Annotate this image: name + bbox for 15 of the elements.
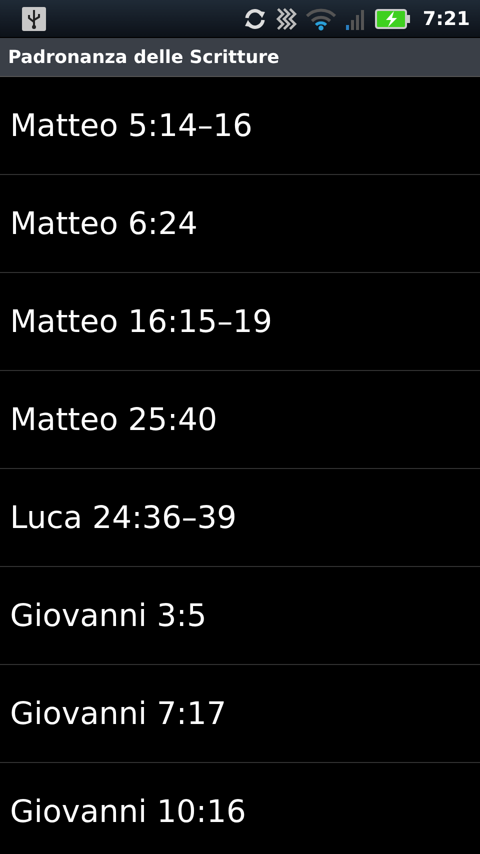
list-item[interactable]: Giovanni 7:17 — [0, 665, 480, 763]
wifi-icon — [304, 6, 337, 30]
list-item[interactable]: Matteo 5:14–16 — [0, 77, 480, 175]
list-item[interactable]: Matteo 16:15–19 — [0, 273, 480, 371]
list-item[interactable]: Giovanni 3:5 — [0, 567, 480, 665]
clock-time: 7:21 — [422, 8, 470, 30]
screen-title: Padronanza delle Scritture — [8, 46, 280, 68]
usb-icon — [22, 6, 46, 30]
list-item[interactable]: Matteo 6:24 — [0, 175, 480, 273]
list-item[interactable]: Matteo 25:40 — [0, 371, 480, 469]
list-item[interactable]: Luca 24:36–39 — [0, 469, 480, 567]
battery-charging-icon — [374, 8, 411, 30]
data-activity-icon — [274, 6, 297, 30]
list-item[interactable]: Giovanni 10:16 — [0, 763, 480, 854]
sync-icon — [242, 6, 267, 30]
